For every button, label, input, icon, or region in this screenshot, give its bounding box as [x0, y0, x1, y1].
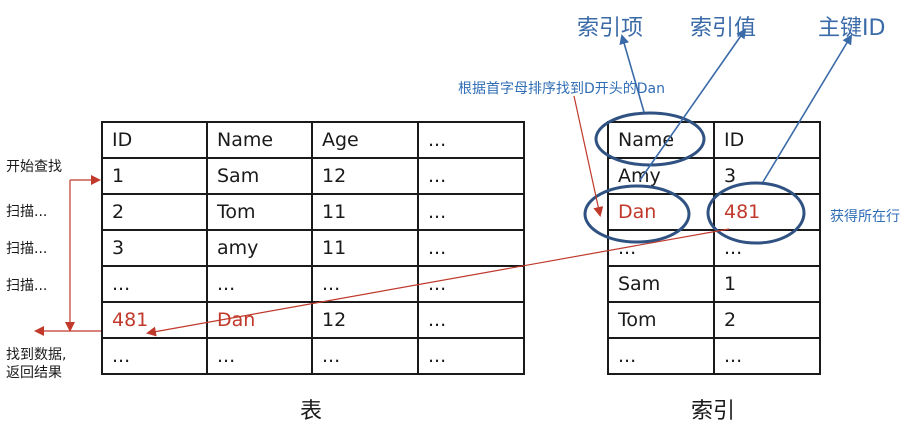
arrow-index-to-row: [146, 228, 730, 337]
arrow-to-index-item: [619, 34, 645, 113]
arrow-to-index-value: [639, 28, 747, 181]
arrow-to-primary-key: [762, 34, 853, 183]
id-481-ellipse: [706, 181, 806, 245]
annotation-overlay: [34, 28, 853, 337]
name-header-ellipse: [594, 111, 706, 167]
dan-ellipse: [583, 184, 691, 244]
arrow-note-to-dan: [573, 95, 604, 217]
